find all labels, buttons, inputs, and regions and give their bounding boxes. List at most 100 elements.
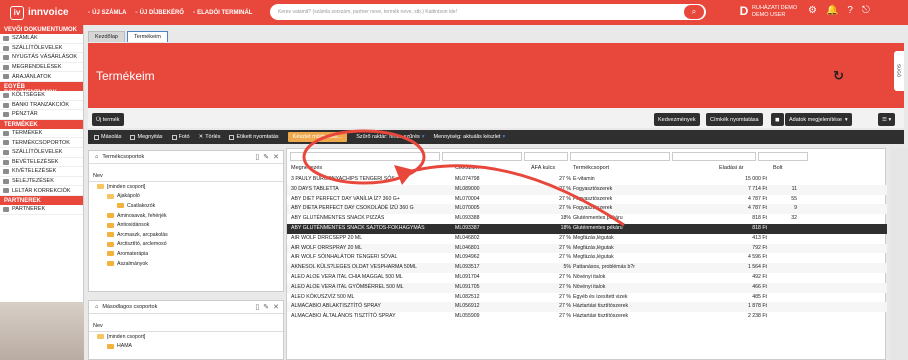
sales-terminal-link[interactable]: ▫ ELADÓI TERMINÁL: [193, 10, 252, 16]
warehouse-filter-dropdown[interactable]: Szűrő raktár: nincs szűrés ▾: [356, 134, 424, 140]
discounts-button[interactable]: Kedvezmények: [654, 113, 700, 126]
table-row[interactable]: AIR WOLF SÓINHALÁTOR TENGERI SÓVAL ML0949…: [287, 253, 887, 263]
table-row[interactable]: 30 DAYS TABLETTA ML089000 27 % Fogyasztósze…: [287, 184, 887, 195]
table-row[interactable]: ALEO KÓKUSZVÍZ 500 ML ML082512 27 % Egyéb é…: [287, 293, 887, 303]
sidebar-item-shipping[interactable]: SZÁLLÍTÓLEVELEK: [0, 148, 83, 158]
open-button[interactable]: Megnyitás: [130, 134, 163, 140]
chat-icon[interactable]: ◼: [771, 113, 784, 126]
tree-item[interactable]: Arctisztító, arclemosó: [89, 240, 283, 250]
table-row[interactable]: ABY DIET PERFECT DAY VANÍLIA ÍZ? 360 G+ M…: [287, 195, 887, 205]
sidebar-item-costs[interactable]: KÖLTSÉGEK: [0, 91, 83, 101]
tree-item[interactable]: Csatlakozók: [89, 201, 283, 211]
close-icon[interactable]: ✕: [273, 153, 279, 161]
help-icon[interactable]: ?: [847, 5, 853, 16]
table-row[interactable]: ALEO ALOE VERA ITAL CHIA MAGGAL 500 ML ML…: [287, 273, 887, 283]
label-print-button[interactable]: Etikett nyomtatás: [229, 134, 279, 140]
panel-header: ⌂ Másodlagos csoportok ▯ ✎ ✕: [89, 301, 283, 314]
user-info[interactable]: RUHÁZATI DEMO DEMO USER: [752, 5, 804, 19]
table-row[interactable]: ALMACABIO ÁLTALÁNOS TISZTÍTÓ SPRAY ML0559…: [287, 312, 887, 322]
filter-shop-input[interactable]: [758, 152, 808, 161]
sidebar-item-products[interactable]: TERMÉKEK: [0, 129, 83, 139]
sidebar-item-quotes[interactable]: ÁRAJÁNLATOK: [0, 72, 83, 82]
table-row[interactable]: ABY GLUTÉNMENTES SNACK PIZZÁS ML093388 18%…: [287, 214, 887, 224]
photo-button[interactable]: Fotó: [171, 134, 190, 140]
col-header-name[interactable]: Megnevezés: [291, 165, 322, 174]
table-row[interactable]: 3 PAULY BURGONYACHIPS TENGERI SÓS ML07479…: [287, 175, 887, 185]
delete-button[interactable]: ✕ Törlés: [199, 134, 221, 140]
sidebar-section-title[interactable]: TERMÉKEK: [0, 119, 83, 129]
search-button[interactable]: ⌕: [684, 5, 704, 19]
tab-products[interactable]: Termékeim: [126, 31, 168, 42]
sidebar-item-scrapping[interactable]: SELEJTEZÉSEK: [0, 177, 83, 187]
logout-icon[interactable]: ⎋: [862, 5, 870, 16]
sidebar-item-receipt-purchases[interactable]: NYUGTÁS VÁSÁRLÁSOK: [0, 53, 83, 63]
print-labels-button[interactable]: Címkék nyomtatása: [706, 113, 763, 126]
close-icon[interactable]: ✕: [273, 303, 279, 311]
new-request-link[interactable]: ▫ ÚJ DÍJBEKÉRŐ: [135, 10, 183, 16]
table-row[interactable]: ABY DIETA PERFECT DAY CSOKOLÁDÉ ÍZŰ 360 …: [287, 204, 887, 215]
sidebar-item-inventory[interactable]: LELTÁR KORREKCIÓK: [0, 186, 83, 196]
quantity-dropdown[interactable]: Mennyiség: aktuális készlet ▾: [434, 134, 506, 140]
filter-sku-input[interactable]: [442, 152, 522, 161]
sidebar-item-partners[interactable]: PARTNEREK: [0, 205, 83, 215]
bell-icon[interactable]: 🔔: [826, 5, 838, 16]
list-menu-icon[interactable]: ☰ ▾: [878, 113, 896, 126]
filter-group-input[interactable]: [570, 152, 670, 161]
filter-name-input[interactable]: [290, 152, 440, 161]
close-icon: ✕: [198, 134, 204, 140]
display-data-button[interactable]: Adatok megjelenítése ▾: [785, 113, 852, 126]
new-file-icon[interactable]: ▯: [255, 153, 259, 161]
col-header-group[interactable]: Termékcsoport: [573, 165, 609, 174]
sidebar-item-receipts[interactable]: BEVÉTELEZÉSEK: [0, 158, 83, 168]
table-row[interactable]: AIR WOLF ORRSPRAY 20 ML ML046801 27 % Megfá…: [287, 243, 887, 254]
vertical-scrollbar[interactable]: [890, 148, 908, 360]
col-header-price[interactable]: Eladási ár: [719, 165, 743, 174]
new-product-button[interactable]: Új termék: [92, 113, 124, 126]
sidebar-item-invoices[interactable]: SZÁMLÁK: [0, 34, 83, 44]
col-header-shop[interactable]: Bolt: [773, 165, 782, 174]
tree-item[interactable]: [minden csoport]: [89, 182, 283, 192]
tree-item[interactable]: [minden csoport]: [89, 332, 283, 342]
new-file-icon[interactable]: ▯: [255, 303, 259, 311]
tree-item[interactable]: Aszalmányok: [89, 259, 283, 269]
copy-button[interactable]: Másolás: [94, 134, 121, 140]
sidebar-item-withdrawals[interactable]: KIVÉTELEZÉSEK: [0, 167, 83, 177]
table-row[interactable]: ALEO ALOE VERA ITAL GYÖMBÉRREL 500 ML ML0…: [287, 282, 887, 293]
tab-home[interactable]: Kezdőlap: [88, 31, 125, 42]
table-row[interactable]: AIR WOLF DRRCSEPP 20 ML ML046802 27 % Megfá…: [287, 234, 887, 244]
tree-item[interactable]: HAMA: [89, 342, 283, 352]
sidebar-section-title[interactable]: PARTNEREK: [0, 195, 83, 205]
col-header-vat[interactable]: ÁFA kulcs: [531, 165, 555, 174]
tree-item[interactable]: Aminosavak, fehérjék: [89, 211, 283, 221]
table-row[interactable]: ALMACABIO ABLAKTISZTÍTÓ SPRAY ML056912 27 …: [287, 302, 887, 313]
tree-item[interactable]: Aromaterápia: [89, 249, 283, 259]
sidebar-item-delivery-notes[interactable]: SZÁLLÍTÓLEVELEK: [0, 44, 83, 54]
sidebar-item-product-groups[interactable]: TERMÉKCSOPORTOK: [0, 138, 83, 148]
sidebar-section-title[interactable]: EGYÉB DOKUMENTUMOK: [0, 81, 83, 96]
sidebar-item-bank[interactable]: BANKI TRANZAKCIÓK: [0, 101, 83, 111]
filter-price-input[interactable]: [672, 152, 756, 161]
search-input[interactable]: Keres valamit? (számla sorszám, partner …: [270, 4, 706, 20]
new-invoice-link[interactable]: ▫ ÚJ SZÁMLA: [88, 10, 126, 16]
col-header-sku[interactable]: Cikkszám: [455, 165, 479, 174]
avatar[interactable]: D: [736, 4, 752, 20]
tree-item[interactable]: Ajakápoló: [89, 192, 283, 202]
refresh-icon[interactable]: ↻: [833, 68, 844, 84]
edit-icon[interactable]: ✎: [263, 303, 269, 311]
column-header[interactable]: Nev: [89, 321, 283, 332]
edit-icon[interactable]: ✎: [263, 153, 269, 161]
table-row[interactable]: AKNESOL KÜLS?LEGES OLDAT VESPHARMA 50ML M…: [287, 263, 887, 273]
sidebar-section-title[interactable]: VEVŐI DOKUMENTUMOK: [0, 25, 83, 34]
sidebar-item-orders[interactable]: MEGRENDELÉSEK: [0, 63, 83, 73]
tree-item[interactable]: Antioxidánsok: [89, 220, 283, 230]
gear-icon[interactable]: ⚙: [808, 5, 817, 16]
logo[interactable]: iv innvoice: [0, 5, 88, 20]
column-header[interactable]: Nev: [89, 171, 283, 182]
display-data-label: Adatok megjelenítése: [789, 116, 842, 123]
tree-item[interactable]: Arcmaszk, arcpakolás: [89, 230, 283, 240]
stock-modify-button[interactable]: Készlet módosítás...: [287, 132, 348, 142]
help-side-tab[interactable]: SÚGÓ: [894, 51, 904, 91]
sidebar-item-cash[interactable]: PÉNZTÁR: [0, 110, 83, 120]
filter-vat-input[interactable]: [524, 152, 568, 161]
table-row[interactable]: ABY GLUTÉNMENTES SNACK SAJTOS-FOKHAGYMÁS…: [287, 224, 887, 234]
